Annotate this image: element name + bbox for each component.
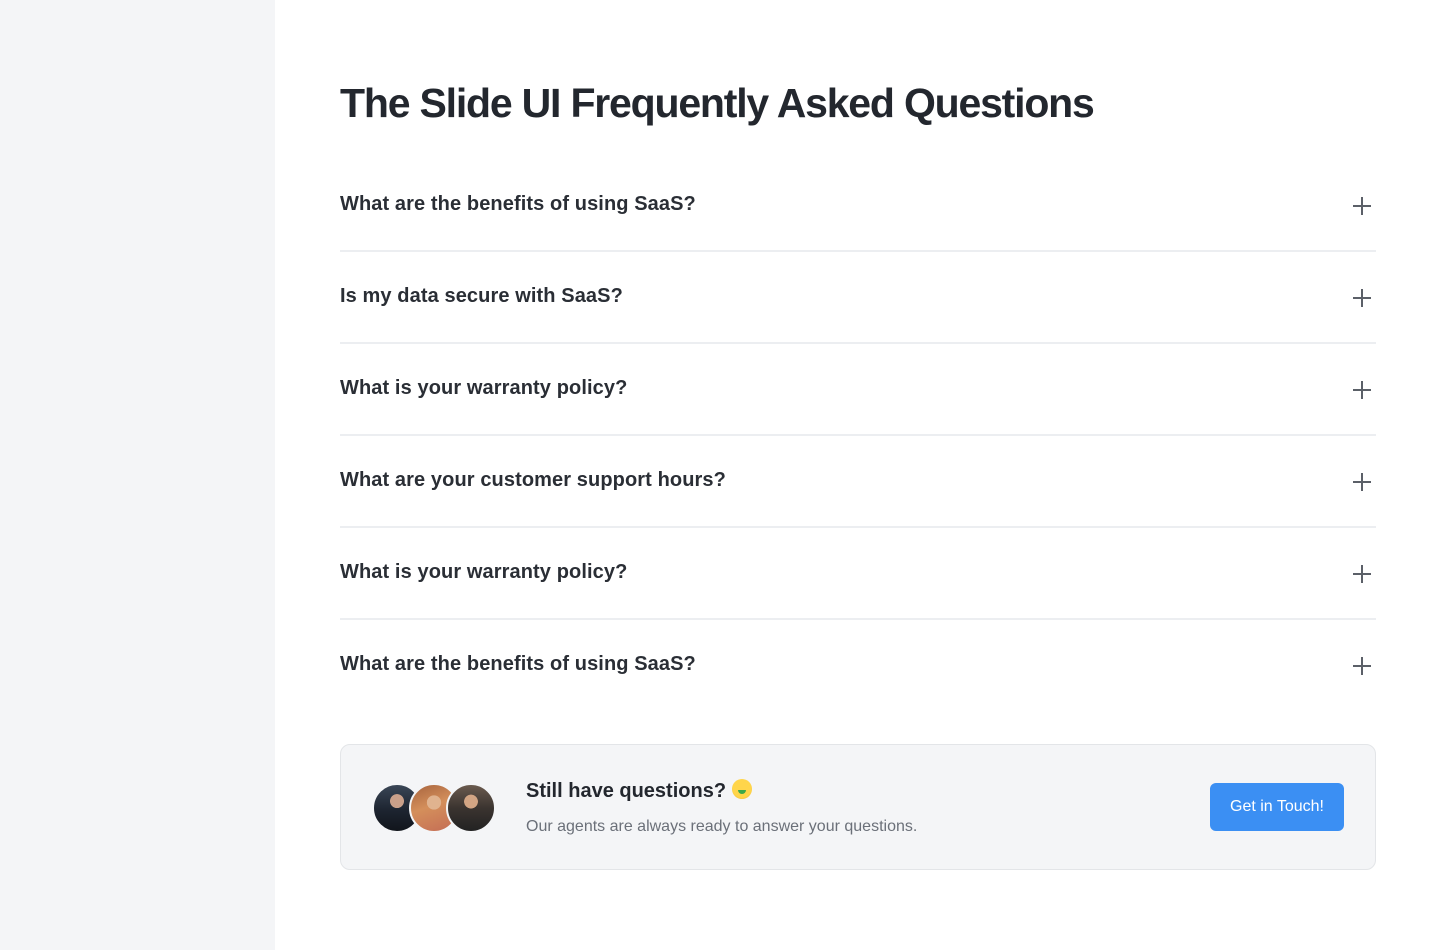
faq-question: Is my data secure with SaaS? bbox=[340, 285, 623, 307]
plus-icon[interactable] bbox=[1352, 564, 1372, 584]
contact-card-title: Still have questions? bbox=[526, 779, 753, 803]
plus-icon[interactable] bbox=[1352, 288, 1372, 308]
faq-item[interactable]: What is your warranty policy? bbox=[340, 344, 1376, 436]
contact-card: Still have questions? Our agents are alw… bbox=[340, 744, 1376, 870]
avatar bbox=[446, 783, 496, 833]
avatar-group bbox=[372, 783, 496, 833]
faq-question: What are the benefits of using SaaS? bbox=[340, 193, 696, 215]
page-title: The Slide UI Frequently Asked Questions bbox=[340, 80, 1095, 126]
faq-item[interactable]: Is my data secure with SaaS? bbox=[340, 252, 1376, 344]
get-in-touch-button[interactable]: Get in Touch! bbox=[1210, 783, 1344, 831]
sidebar bbox=[0, 0, 275, 950]
faq-item[interactable]: What is your warranty policy? bbox=[340, 528, 1376, 620]
faq-question: What is your warranty policy? bbox=[340, 377, 628, 399]
faq-list: What are the benefits of using SaaS? Is … bbox=[340, 160, 1376, 712]
money-mouth-face-icon bbox=[732, 779, 753, 799]
faq-item[interactable]: What are the benefits of using SaaS? bbox=[340, 620, 1376, 712]
faq-question: What is your warranty policy? bbox=[340, 561, 628, 583]
plus-icon[interactable] bbox=[1352, 656, 1372, 676]
faq-question: What are your customer support hours? bbox=[340, 469, 726, 491]
plus-icon[interactable] bbox=[1352, 472, 1372, 492]
contact-card-title-text: Still have questions? bbox=[526, 780, 727, 802]
faq-item[interactable]: What are your customer support hours? bbox=[340, 436, 1376, 528]
faq-item[interactable]: What are the benefits of using SaaS? bbox=[340, 160, 1376, 252]
contact-card-subtitle: Our agents are always ready to answer yo… bbox=[526, 818, 918, 835]
faq-question: What are the benefits of using SaaS? bbox=[340, 653, 696, 675]
plus-icon[interactable] bbox=[1352, 196, 1372, 216]
plus-icon[interactable] bbox=[1352, 380, 1372, 400]
